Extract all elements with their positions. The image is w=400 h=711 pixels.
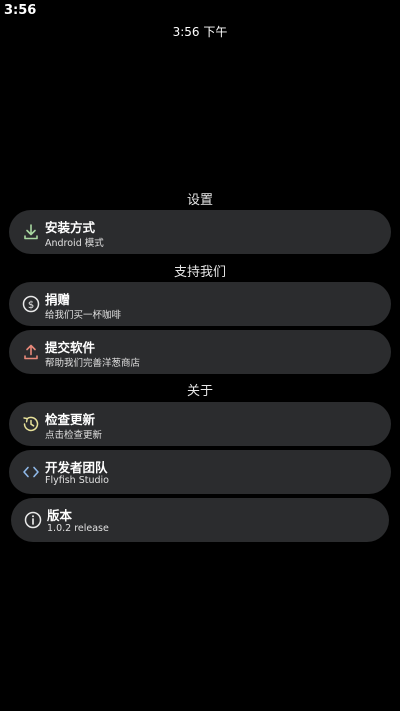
clock-display: 3:56 下午: [172, 25, 228, 39]
svg-text:$: $: [28, 300, 34, 311]
developer-team-item[interactable]: 开发者团队 Flyfish Studio: [9, 450, 391, 494]
version-item[interactable]: 版本 1.0.2 release: [11, 498, 389, 542]
install-method-item[interactable]: 安装方式 Android 模式: [9, 210, 391, 254]
section-header-support: 支持我们: [173, 265, 226, 280]
submit-software-subtitle: 帮助我们完善洋葱商店: [45, 358, 141, 369]
version-title: 版本: [47, 508, 73, 523]
info-icon: [23, 510, 43, 530]
download-icon: [21, 222, 41, 242]
donate-title: 捐赠: [45, 292, 71, 307]
submit-software-item[interactable]: 提交软件 帮助我们完善洋葱商店: [9, 330, 391, 374]
donate-subtitle: 给我们买一杯咖啡: [45, 310, 122, 321]
check-update-item[interactable]: 检查更新 点击检查更新: [9, 402, 391, 446]
code-brackets-icon: [21, 462, 41, 482]
developer-team-subtitle: Flyfish Studio: [45, 475, 109, 486]
update-clock-icon: [21, 414, 41, 434]
install-method-subtitle: Android 模式: [45, 238, 104, 249]
developer-team-title: 开发者团队: [45, 460, 108, 475]
check-update-subtitle: 点击检查更新: [45, 430, 103, 441]
check-update-title: 检查更新: [45, 412, 96, 427]
version-subtitle: 1.0.2 release: [47, 523, 109, 534]
section-header-settings: 设置: [186, 193, 213, 208]
status-bar-time: 3:56: [4, 3, 37, 18]
submit-software-title: 提交软件: [45, 340, 96, 355]
upload-icon: [21, 342, 41, 362]
section-header-about: 关于: [186, 384, 213, 399]
dollar-coin-icon: $: [21, 294, 41, 314]
donate-item[interactable]: $ 捐赠 给我们买一杯咖啡: [9, 282, 391, 326]
install-method-title: 安装方式: [45, 220, 96, 235]
